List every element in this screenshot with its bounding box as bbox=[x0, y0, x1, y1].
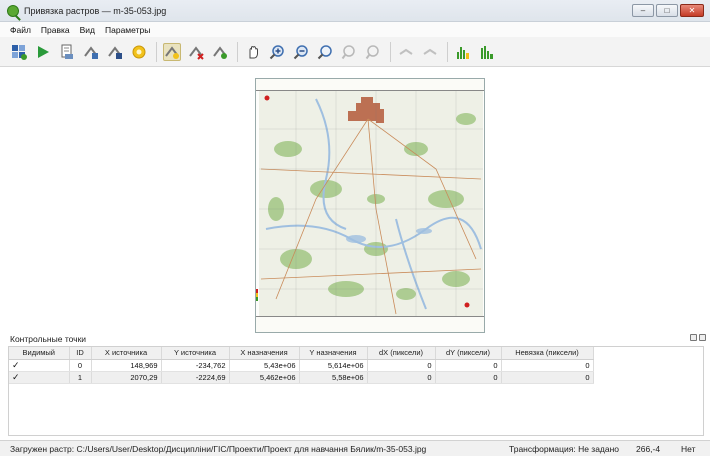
load-gcp-points-button[interactable] bbox=[82, 43, 100, 61]
zoom-last-icon bbox=[341, 44, 355, 59]
topographic-map-raster bbox=[256, 91, 483, 316]
georeferencer-app-icon bbox=[7, 4, 19, 17]
col-header-id[interactable]: ID bbox=[69, 347, 92, 360]
transformation-settings-icon bbox=[132, 45, 146, 58]
start-georeferencing-button[interactable] bbox=[34, 43, 52, 61]
gcp-panel-title: Контрольные точки bbox=[10, 334, 87, 344]
col-header-residual[interactable]: Невязка (пиксели) bbox=[501, 347, 594, 360]
close-button[interactable]: ✕ bbox=[680, 4, 704, 17]
col-header-src-x[interactable]: X источника bbox=[91, 347, 162, 360]
toolbar-separator bbox=[390, 41, 391, 62]
local-histogram-stretch-button[interactable] bbox=[454, 43, 472, 61]
menu-edit[interactable]: Правка bbox=[41, 25, 70, 35]
toolbar-separator bbox=[447, 41, 448, 62]
delete-point-button[interactable] bbox=[187, 43, 205, 61]
zoom-in-icon bbox=[269, 44, 284, 59]
dock-close-button[interactable] bbox=[699, 334, 706, 341]
maximize-button[interactable]: □ bbox=[656, 4, 678, 17]
col-header-dst-x[interactable]: X назначения bbox=[229, 347, 300, 360]
cell-src-x[interactable]: 148,969 bbox=[91, 359, 162, 372]
col-header-src-y[interactable]: Y источника bbox=[161, 347, 230, 360]
transformation-status[interactable]: Трансформация: Не задано bbox=[509, 444, 619, 454]
cell-id: 0 bbox=[69, 359, 92, 372]
title-bar: Привязка растров — m-35-053.jpg – □ ✕ bbox=[0, 0, 710, 22]
table-row[interactable]: ✓ 1 2070,29 -2224,69 5,462e+06 5,58e+06 … bbox=[9, 371, 594, 384]
cell-dx: 0 bbox=[367, 359, 436, 372]
move-gcp-point-button[interactable] bbox=[211, 43, 229, 61]
save-gcp-points-button[interactable] bbox=[106, 43, 124, 61]
table-row[interactable]: ✓ 0 148,969 -234,762 5,43e+06 5,614e+06 … bbox=[9, 359, 594, 372]
generate-gdal-script-icon bbox=[61, 44, 73, 59]
visible-checkbox[interactable]: ✓ bbox=[9, 359, 70, 372]
transformation-settings-button[interactable] bbox=[130, 43, 148, 61]
local-histogram-stretch-icon bbox=[457, 46, 469, 59]
cell-dst-x[interactable]: 5,462e+06 bbox=[229, 371, 300, 384]
cell-residual: 0 bbox=[501, 359, 594, 372]
col-header-dy[interactable]: dY (пиксели) bbox=[435, 347, 502, 360]
zoom-to-layer-icon bbox=[317, 44, 332, 59]
cell-residual: 0 bbox=[501, 371, 594, 384]
zoom-in-button[interactable] bbox=[268, 43, 286, 61]
generate-gdal-script-button[interactable] bbox=[58, 43, 76, 61]
gcp-table: Видимый ID X источника Y источника X наз… bbox=[9, 347, 594, 384]
zoom-out-button[interactable] bbox=[292, 43, 310, 61]
col-header-visible[interactable]: Видимый bbox=[9, 347, 70, 360]
cell-dx: 0 bbox=[367, 371, 436, 384]
raster-map-image[interactable] bbox=[255, 78, 485, 333]
status-message: Загружен растр: C:/Users/User/Desktop/Ди… bbox=[10, 444, 427, 454]
cell-dst-y[interactable]: 5,614e+06 bbox=[299, 359, 368, 372]
window-title: Привязка растров — m-35-053.jpg bbox=[24, 5, 167, 16]
zoom-next-button[interactable] bbox=[364, 43, 382, 61]
cell-dst-y[interactable]: 5,58e+06 bbox=[299, 371, 368, 384]
toolbar-separator bbox=[156, 41, 157, 62]
link-georef-to-qgis-icon bbox=[399, 48, 413, 55]
minimize-button[interactable]: – bbox=[632, 4, 654, 17]
georeferencer-map-canvas[interactable] bbox=[8, 68, 704, 333]
pan-icon bbox=[249, 45, 258, 58]
link-georef-to-qgis-button[interactable] bbox=[397, 43, 415, 61]
full-histogram-stretch-button[interactable] bbox=[478, 43, 496, 61]
toolbar-separator bbox=[237, 41, 238, 62]
start-georeferencing-icon bbox=[38, 45, 49, 58]
menu-bar: Файл Правка Вид Параметры bbox=[0, 22, 710, 37]
open-raster-icon bbox=[12, 44, 27, 60]
cell-dst-x[interactable]: 5,43e+06 bbox=[229, 359, 300, 372]
menu-view[interactable]: Вид bbox=[80, 25, 95, 35]
crs-status[interactable]: Нет bbox=[681, 444, 695, 454]
load-gcp-points-icon bbox=[84, 45, 98, 59]
dock-controls bbox=[690, 334, 706, 341]
cell-src-x[interactable]: 2070,29 bbox=[91, 371, 162, 384]
cell-dy: 0 bbox=[435, 371, 502, 384]
cell-id: 1 bbox=[69, 371, 92, 384]
move-gcp-point-icon bbox=[213, 45, 227, 59]
toolbar bbox=[0, 37, 710, 67]
zoom-to-layer-button[interactable] bbox=[316, 43, 334, 61]
open-raster-button[interactable] bbox=[10, 43, 28, 61]
link-qgis-to-georef-button[interactable] bbox=[421, 43, 439, 61]
add-point-button[interactable] bbox=[163, 42, 181, 61]
full-histogram-stretch-icon bbox=[481, 45, 493, 59]
save-gcp-points-icon bbox=[108, 45, 122, 59]
zoom-next-icon bbox=[365, 44, 379, 59]
dock-float-button[interactable] bbox=[690, 334, 697, 341]
cell-dy: 0 bbox=[435, 359, 502, 372]
zoom-last-button[interactable] bbox=[340, 43, 358, 61]
delete-point-icon bbox=[189, 45, 204, 60]
col-header-dx[interactable]: dX (пиксели) bbox=[367, 347, 436, 360]
cell-src-y[interactable]: -234,762 bbox=[161, 359, 230, 372]
menu-file[interactable]: Файл bbox=[10, 25, 31, 35]
status-bar: Загружен растр: C:/Users/User/Desktop/Ди… bbox=[0, 440, 710, 456]
pan-button[interactable] bbox=[244, 43, 262, 61]
visible-checkbox[interactable]: ✓ bbox=[9, 371, 70, 384]
map-sheet-footer bbox=[256, 316, 484, 332]
coordinate-readout: 266,-4 bbox=[636, 444, 661, 454]
menu-settings[interactable]: Параметры bbox=[105, 25, 150, 35]
window-controls: – □ ✕ bbox=[632, 4, 704, 17]
cell-src-y[interactable]: -2224,69 bbox=[161, 371, 230, 384]
add-point-icon bbox=[165, 45, 179, 59]
gcp-table-panel: Видимый ID X источника Y источника X наз… bbox=[8, 346, 704, 436]
col-header-dst-y[interactable]: Y назначения bbox=[299, 347, 368, 360]
link-qgis-to-georef-icon bbox=[423, 48, 437, 55]
zoom-out-icon bbox=[293, 44, 308, 59]
